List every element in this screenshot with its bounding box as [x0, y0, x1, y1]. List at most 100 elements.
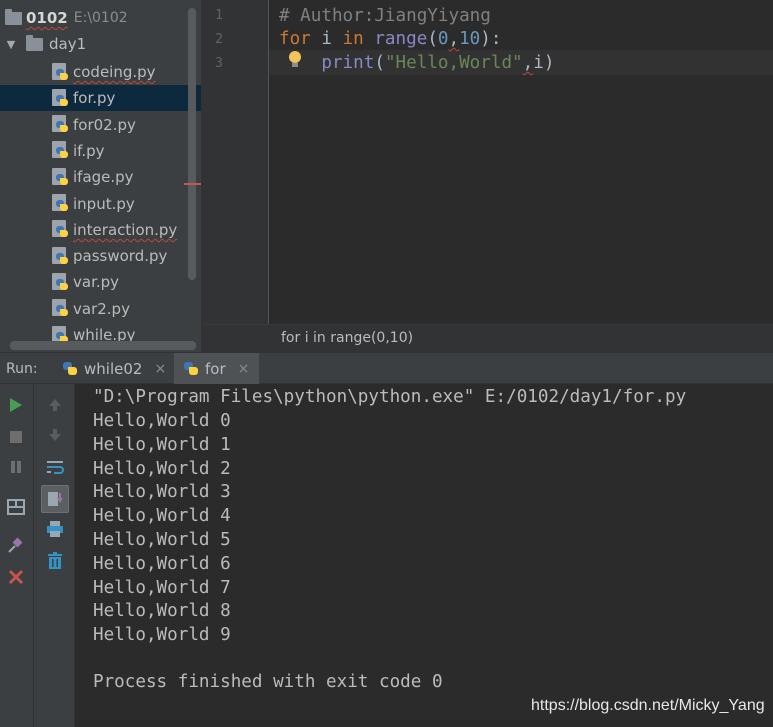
file-name: codeing.py	[73, 63, 156, 81]
comma-token: ,	[522, 53, 534, 73]
tab-label: for	[205, 359, 226, 378]
scroll-to-end-icon[interactable]	[41, 485, 69, 513]
file-item[interactable]: input.py	[0, 191, 201, 217]
file-name: password.py	[73, 247, 168, 266]
pin-icon[interactable]	[5, 534, 27, 556]
folder-icon	[5, 8, 22, 25]
run-label: Run:	[6, 361, 38, 377]
project-panel: 0102 E:\0102 ▼ day1 codeing.py for.py for0…	[0, 0, 201, 352]
python-file-icon	[52, 246, 69, 266]
line-number: 1	[215, 8, 223, 23]
editor-gutter	[203, 0, 269, 324]
python-file-icon	[52, 88, 69, 108]
console-line: Hello,World 2	[93, 458, 231, 479]
console-exit-message: Process finished with exit code 0	[93, 672, 443, 692]
console-line: Hello,World 4	[93, 506, 231, 527]
close-icon[interactable]	[5, 566, 27, 588]
close-icon[interactable]: ×	[154, 361, 166, 377]
keyword-token: in	[342, 29, 364, 49]
down-arrow-icon[interactable]	[44, 424, 66, 446]
console-command: "D:\Program Files\python\python.exe" E:/…	[93, 387, 687, 407]
pause-icon[interactable]	[5, 456, 27, 478]
code-line-3[interactable]: print("Hello,World",i)	[279, 51, 554, 75]
console-line: Hello,World 1	[93, 434, 231, 455]
file-item[interactable]: var2.py	[0, 296, 201, 322]
run-left-toolbar	[0, 384, 33, 727]
file-item[interactable]: for02.py	[0, 112, 201, 138]
file-name: input.py	[73, 194, 135, 213]
soft-wrap-icon[interactable]	[44, 456, 66, 478]
print-icon[interactable]	[44, 518, 66, 540]
file-item[interactable]: if.py	[0, 138, 201, 164]
root-name: 0102	[26, 9, 68, 27]
python-file-icon	[52, 141, 69, 160]
number-token: 10	[459, 29, 481, 49]
trash-icon[interactable]	[44, 550, 66, 572]
paren-token: ):	[480, 29, 502, 49]
identifier-token: i	[310, 29, 343, 49]
console-line: Hello,World 9	[93, 625, 231, 646]
file-name: if.py	[73, 141, 105, 160]
tab-label: while02	[84, 359, 143, 378]
console-line: Hello,World 7	[93, 577, 231, 598]
run-console-toolbar	[33, 384, 75, 727]
layout-icon[interactable]	[5, 496, 27, 518]
watermark: https://blog.csdn.net/Micky_Yang	[531, 697, 765, 714]
folder-icon	[26, 34, 43, 51]
file-item[interactable]: for.py	[0, 85, 201, 112]
stop-icon[interactable]	[5, 426, 27, 448]
folder-name: day1	[49, 35, 87, 53]
string-token: "Hello,World"	[384, 53, 523, 73]
error-stripe-mark	[184, 183, 201, 185]
file-item[interactable]: codeing.py	[0, 59, 201, 85]
python-file-icon	[182, 359, 199, 378]
paren-token: (	[374, 53, 385, 73]
comma-token: ,	[448, 29, 460, 49]
run-tab-while02[interactable]: while02 ×	[53, 353, 176, 384]
tree-folder-day1[interactable]: ▼ day1	[0, 31, 201, 57]
file-name: interaction.py	[73, 220, 178, 239]
file-name: for02.py	[73, 115, 136, 134]
code-line-1[interactable]: # Author:JiangYiyang	[279, 4, 491, 28]
tree-horizontal-scrollbar[interactable]	[10, 341, 196, 350]
tree-vertical-scrollbar[interactable]	[188, 8, 196, 280]
file-name: for.py	[73, 89, 116, 108]
line-number: 2	[215, 32, 223, 47]
console-line: Hello,World 5	[93, 530, 231, 550]
root-path: E:\0102	[73, 10, 128, 26]
file-name: var2.py	[73, 299, 130, 318]
number-token: 0	[437, 29, 449, 49]
intention-bulb-icon[interactable]	[288, 50, 302, 70]
console-line: Hello,World 8	[93, 601, 231, 622]
comment-token: # Author:JiangYiyang	[279, 6, 491, 26]
file-name: var.py	[73, 273, 120, 292]
file-name: ifage.py	[73, 168, 134, 187]
python-file-icon	[52, 220, 69, 239]
python-file-icon	[52, 299, 69, 318]
close-icon[interactable]: ×	[238, 361, 250, 377]
file-item[interactable]: var.py	[0, 269, 201, 295]
expand-arrow-icon[interactable]: ▼	[4, 38, 18, 51]
paren-token: )	[543, 53, 555, 73]
file-item[interactable]: interaction.py	[0, 217, 201, 243]
python-file-icon	[52, 194, 69, 213]
python-file-icon	[52, 167, 69, 187]
console-line: Hello,World 0	[93, 411, 231, 431]
code-line-2[interactable]: for i in range(0,10):	[279, 27, 501, 51]
python-file-icon	[61, 359, 78, 378]
tree-root[interactable]: 0102 E:\0102	[0, 5, 201, 31]
run-toolbar: Run: while02 × for ×	[0, 352, 773, 384]
console-line: Hello,World 6	[93, 553, 231, 574]
run-tab-for[interactable]: for ×	[174, 353, 260, 384]
builtin-token: range	[374, 29, 428, 49]
editor-breadcrumb[interactable]: for i in range(0,10)	[203, 324, 773, 352]
identifier-token: i	[533, 53, 544, 73]
builtin-token: print	[321, 53, 375, 73]
run-icon[interactable]	[5, 394, 27, 416]
console-line: Hello,World 3	[93, 482, 231, 503]
python-file-icon	[52, 115, 69, 134]
up-arrow-icon[interactable]	[44, 394, 66, 416]
file-item[interactable]: password.py	[0, 243, 201, 269]
file-item[interactable]: ifage.py	[0, 164, 201, 190]
